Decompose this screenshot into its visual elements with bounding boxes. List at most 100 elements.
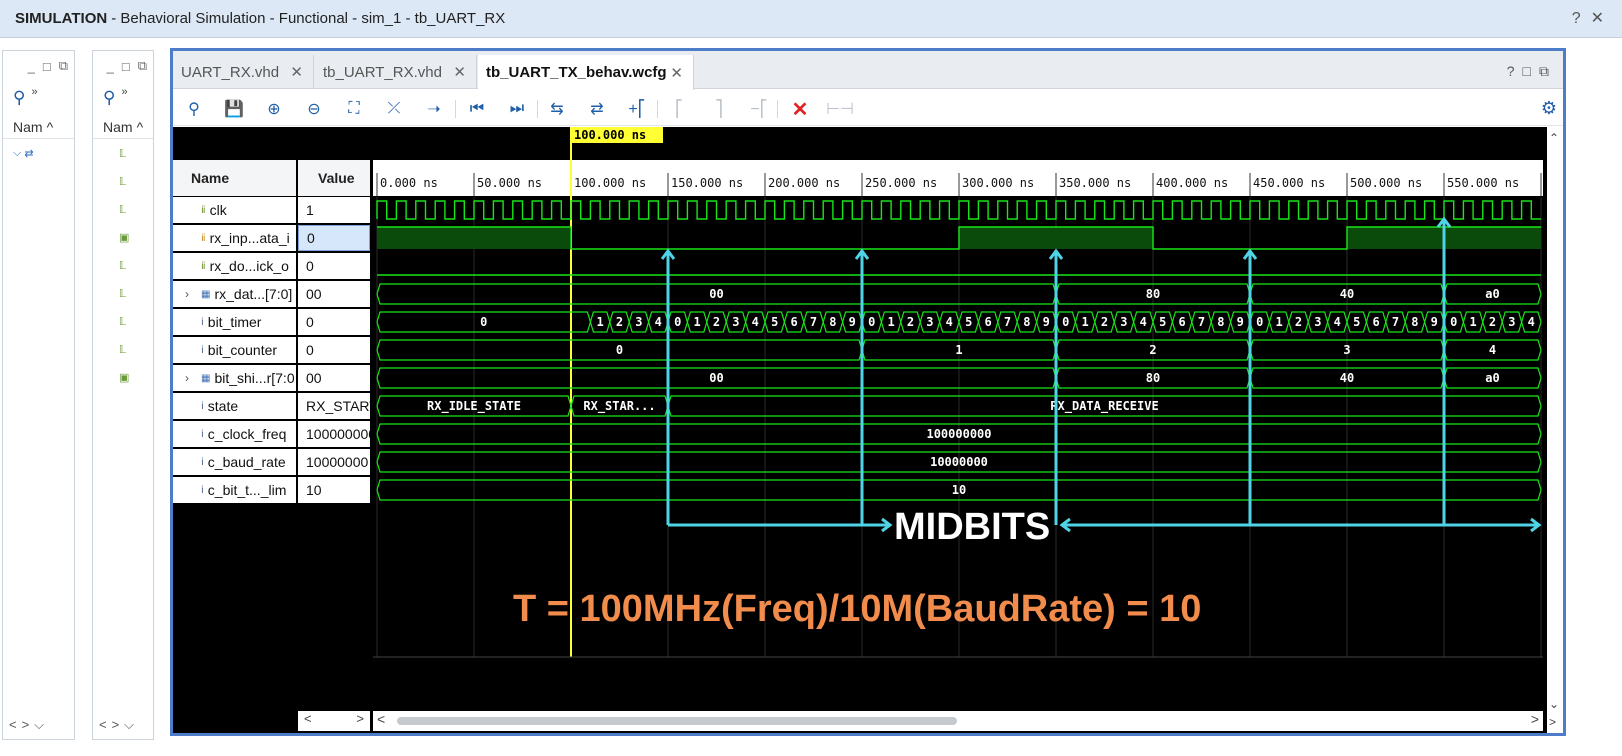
object-row[interactable]: 𝕃	[93, 335, 153, 363]
signal-name-row[interactable]: › ▦ bit_shi...r[7:0	[173, 365, 296, 391]
marker-icon[interactable]: ⤫	[383, 98, 405, 120]
object-row[interactable]: 𝕃	[93, 279, 153, 307]
close-icon[interactable]: ✕	[453, 63, 466, 81]
signal-name-row[interactable]: ⅱ rx_do...ick_o	[173, 253, 296, 279]
signal-name-row[interactable]: › ▦ rx_dat...[7:0]	[173, 281, 296, 307]
vertical-scrollbar[interactable]: ⌃ ⌄ >	[1547, 127, 1563, 733]
object-row[interactable]: 𝕃	[93, 195, 153, 223]
value-column-header[interactable]: Value	[298, 160, 370, 196]
tab-tb-uart-tx-behav-wcfg[interactable]: tb_UART_TX_behav.wcfg ✕	[478, 55, 694, 90]
scroll-right-icon[interactable]: >	[1549, 715, 1556, 729]
signal-value[interactable]: 10000000	[298, 449, 370, 475]
value-scrollbar[interactable]: < >	[298, 711, 370, 731]
signal-value[interactable]: 0	[298, 309, 370, 335]
timeline-scrollbar[interactable]: < >	[373, 711, 1543, 731]
restore-icon[interactable]: □	[1523, 63, 1539, 79]
state-value: RX_STAR...	[583, 399, 655, 414]
signal-value[interactable]: 0	[298, 253, 370, 279]
tab-tb-uart-rx-vhd[interactable]: tb_UART_RX.vhd ✕	[315, 55, 477, 89]
sort-icon[interactable]: ^	[137, 119, 144, 135]
waveform-canvas[interactable]: 0.000 ns 50.000 ns 100.000 ns 150.000 ns 200…	[373, 127, 1551, 733]
scroll-arrows[interactable]: <>⌵	[99, 717, 139, 733]
bus-icon: ▦	[201, 288, 211, 300]
time-tick-label: 150.000 ns	[671, 176, 743, 190]
chevron-down-icon[interactable]: ⌵	[13, 147, 21, 160]
zoom-fit-icon[interactable]: ⛶	[343, 98, 365, 120]
add-marker-icon[interactable]: +⎡	[626, 98, 648, 120]
expand-icon[interactable]: ›	[185, 287, 189, 301]
tree-row[interactable]: ⌵ ⇄	[3, 139, 74, 167]
swap-cursors-icon[interactable]: ⊢⊣	[826, 98, 854, 120]
object-row[interactable]: ▣	[93, 223, 153, 251]
sort-icon[interactable]: ^	[47, 119, 54, 135]
search-icon[interactable]: ⚲	[13, 88, 25, 108]
close-icon[interactable]: ✕	[290, 63, 303, 81]
bit-timer-value: 1	[596, 315, 603, 329]
signal-name-row[interactable]: ⅱ rx_inp...ata_i	[173, 225, 296, 251]
restore-icon[interactable]: □	[122, 59, 130, 74]
zoom-in-icon[interactable]: ⊕	[263, 98, 285, 120]
signal-value[interactable]: 00	[298, 281, 370, 307]
scroll-down-icon[interactable]: ⌄	[1549, 697, 1559, 711]
zoom-out-icon[interactable]: ⊖	[303, 98, 325, 120]
previous-transition-icon[interactable]: ⇆	[546, 98, 568, 120]
object-row[interactable]: ▣	[93, 363, 153, 391]
remove-marker-icon[interactable]: −⎡	[748, 98, 770, 120]
signal-name-row[interactable]: ⅰ c_clock_freq	[173, 421, 296, 447]
float-icon[interactable]: ⧉	[138, 58, 147, 74]
signal-name-row[interactable]: ⅱ clk	[173, 197, 296, 223]
scroll-thumb[interactable]	[397, 717, 957, 725]
signal-value[interactable]: 10	[298, 477, 370, 503]
column-header[interactable]: Nam ^	[93, 115, 153, 139]
go-to-start-icon[interactable]: ⏮	[466, 98, 488, 120]
time-tick-label: 500.000 ns	[1350, 176, 1422, 190]
delete-all-markers-icon[interactable]: ✕	[789, 98, 811, 121]
next-transition-icon[interactable]: ⇄	[586, 98, 608, 120]
expand-icon[interactable]: ›	[185, 371, 189, 385]
next-marker-icon[interactable]: ⎤	[708, 98, 730, 120]
signal-name-row[interactable]: ⅰ state	[173, 393, 296, 419]
signal-value[interactable]: 0	[298, 337, 370, 363]
scroll-arrows[interactable]: <>⌵	[9, 717, 49, 733]
signal-name-row[interactable]: ⅰ bit_counter	[173, 337, 296, 363]
goto-cursor-icon[interactable]: ➝	[423, 98, 445, 120]
restore-icon[interactable]: □	[43, 59, 51, 74]
signal-value[interactable]: 0	[298, 225, 370, 251]
signal-value[interactable]: 1	[298, 197, 370, 223]
help-icon[interactable]: ?	[1572, 10, 1591, 27]
minimize-icon[interactable]: _	[107, 59, 114, 74]
minimize-icon[interactable]: _	[28, 59, 35, 74]
search-icon[interactable]: ⚲	[183, 98, 205, 120]
tab-uart-rx-vhd[interactable]: UART_RX.vhd ✕	[173, 55, 314, 89]
go-to-end-icon[interactable]: ⏭	[506, 98, 528, 120]
signal-value[interactable]: 100000000	[298, 421, 370, 447]
more-icon[interactable]: »	[121, 86, 127, 98]
search-icon[interactable]: ⚲	[103, 88, 115, 108]
previous-marker-icon[interactable]: ⎡	[668, 98, 690, 120]
object-row[interactable]: 𝕃	[93, 251, 153, 279]
object-row[interactable]: 𝕃	[93, 307, 153, 335]
save-icon[interactable]: 💾	[223, 98, 245, 120]
signal-value[interactable]: 00	[298, 365, 370, 391]
close-icon[interactable]: ✕	[670, 64, 683, 82]
column-header[interactable]: Nam ^	[3, 115, 74, 139]
scroll-up-icon[interactable]: ⌃	[1549, 131, 1559, 145]
help-icon[interactable]: ?	[1507, 63, 1523, 79]
scroll-left-icon[interactable]: <	[377, 711, 385, 727]
scroll-left-icon[interactable]: <	[304, 711, 312, 731]
rx-data-value: 40	[1340, 287, 1354, 301]
object-row[interactable]: 𝕃	[93, 167, 153, 195]
signal-name-row[interactable]: ⅰ c_bit_t..._lim	[173, 477, 296, 503]
close-icon[interactable]: ✕	[1591, 10, 1614, 27]
gear-icon[interactable]: ⚙	[1541, 98, 1557, 119]
scroll-right-icon[interactable]: >	[1531, 711, 1539, 727]
more-icon[interactable]: »	[31, 86, 37, 98]
float-icon[interactable]: ⧉	[59, 58, 68, 74]
signal-name-row[interactable]: ⅰ bit_timer	[173, 309, 296, 335]
signal-name-row[interactable]: ⅰ c_baud_rate	[173, 449, 296, 475]
name-column-header[interactable]: Name	[173, 160, 296, 196]
scroll-right-icon[interactable]: >	[356, 711, 364, 731]
float-icon[interactable]: ⧉	[1539, 63, 1557, 79]
object-row[interactable]: 𝕃	[93, 139, 153, 167]
signal-value[interactable]: RX_START	[298, 393, 370, 419]
